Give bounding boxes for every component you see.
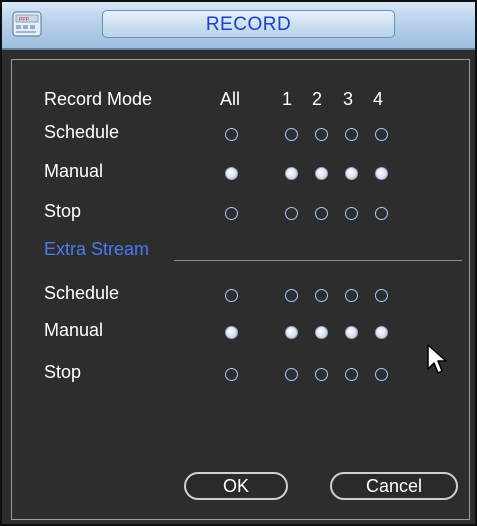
channel-3-label: 3 bbox=[343, 89, 354, 109]
main-manual-row: Manual bbox=[12, 158, 469, 188]
all-radio[interactable] bbox=[225, 289, 238, 302]
header-row: Record Mode All 1 2 3 4 bbox=[12, 86, 469, 116]
record-mode-label: Record Mode bbox=[44, 89, 153, 109]
dvr-app-icon: PPP bbox=[12, 11, 42, 37]
row-label: Schedule bbox=[44, 122, 120, 142]
channel-3-radio[interactable] bbox=[345, 326, 358, 339]
channel-4-radio[interactable] bbox=[375, 289, 388, 302]
record-window: PPP RECORD Record Mode All 1 2 3 4 Sched… bbox=[0, 0, 477, 526]
ok-button[interactable]: OK bbox=[184, 472, 288, 500]
channel-3-radio[interactable] bbox=[345, 207, 358, 220]
all-radio[interactable] bbox=[225, 128, 238, 141]
window-title: RECORD bbox=[205, 14, 292, 35]
record-panel: Record Mode All 1 2 3 4 Schedule Manual … bbox=[11, 59, 470, 520]
title-plate: RECORD bbox=[102, 10, 395, 38]
cancel-button[interactable]: Cancel bbox=[330, 472, 458, 500]
all-radio[interactable] bbox=[225, 207, 238, 220]
channel-1-radio[interactable] bbox=[285, 207, 298, 220]
all-radio[interactable] bbox=[225, 326, 238, 339]
row-label: Stop bbox=[44, 362, 82, 382]
row-label: Manual bbox=[44, 161, 104, 181]
channel-3-radio[interactable] bbox=[345, 289, 358, 302]
extra-schedule-row: Schedule bbox=[12, 280, 469, 310]
main-schedule-row: Schedule bbox=[12, 119, 469, 149]
channel-1-radio[interactable] bbox=[285, 128, 298, 141]
extra-stop-row: Stop bbox=[12, 359, 469, 389]
channel-3-radio[interactable] bbox=[345, 128, 358, 141]
extra-manual-row: Manual bbox=[12, 317, 469, 347]
channel-4-radio[interactable] bbox=[375, 368, 388, 381]
channel-2-radio[interactable] bbox=[315, 128, 328, 141]
channel-2-radio[interactable] bbox=[315, 368, 328, 381]
channel-4-label: 4 bbox=[373, 89, 384, 109]
channel-2-radio[interactable] bbox=[315, 167, 328, 180]
channel-1-radio[interactable] bbox=[285, 368, 298, 381]
channel-1-radio[interactable] bbox=[285, 167, 298, 180]
row-label: Stop bbox=[44, 201, 82, 221]
channel-1-label: 1 bbox=[282, 89, 293, 109]
channel-2-radio[interactable] bbox=[315, 289, 328, 302]
channel-3-radio[interactable] bbox=[345, 167, 358, 180]
channel-4-radio[interactable] bbox=[375, 167, 388, 180]
row-label: Schedule bbox=[44, 283, 120, 303]
row-label: Manual bbox=[44, 320, 104, 340]
channel-4-radio[interactable] bbox=[375, 326, 388, 339]
channel-1-radio[interactable] bbox=[285, 289, 298, 302]
channel-4-radio[interactable] bbox=[375, 128, 388, 141]
title-bar: PPP RECORD bbox=[2, 2, 475, 50]
section-divider bbox=[174, 260, 462, 261]
all-column-label: All bbox=[220, 89, 241, 109]
mouse-pointer-icon bbox=[427, 344, 447, 374]
all-radio[interactable] bbox=[225, 167, 238, 180]
extra-stream-title: Extra Stream bbox=[44, 239, 150, 259]
channel-1-radio[interactable] bbox=[285, 326, 298, 339]
main-stop-row: Stop bbox=[12, 198, 469, 228]
channel-2-radio[interactable] bbox=[315, 326, 328, 339]
svg-text:PPP: PPP bbox=[19, 17, 30, 23]
channel-2-radio[interactable] bbox=[315, 207, 328, 220]
all-radio[interactable] bbox=[225, 368, 238, 381]
channel-3-radio[interactable] bbox=[345, 368, 358, 381]
channel-2-label: 2 bbox=[312, 89, 323, 109]
channel-4-radio[interactable] bbox=[375, 207, 388, 220]
